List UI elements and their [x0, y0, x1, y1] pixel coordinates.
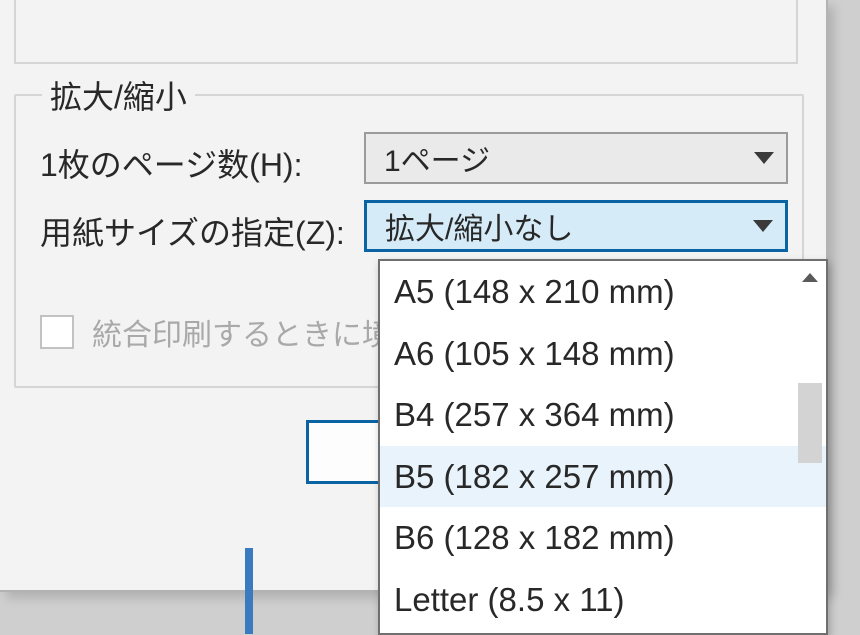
paper-size-label: 用紙サイズの指定(Z):: [40, 208, 345, 254]
pages-combo-value: 1ページ: [384, 136, 490, 180]
paper-size-dropdown: A5 (148 x 210 mm)A6 (105 x 148 mm)B4 (25…: [378, 259, 828, 635]
chevron-down-icon: [753, 220, 773, 232]
pages-per-sheet-label: 1枚のページ数(H):: [40, 140, 302, 186]
decorative-fragment: [245, 548, 253, 634]
paper-size-option[interactable]: B4 (257 x 364 mm): [380, 384, 826, 446]
dropdown-scrollbar[interactable]: [796, 263, 824, 631]
chevron-down-icon: [754, 152, 774, 164]
paper-size-option[interactable]: Letter (8.5 x 11): [380, 569, 826, 631]
pages-per-sheet-combo[interactable]: 1ページ: [364, 132, 788, 184]
scroll-thumb[interactable]: [798, 383, 822, 463]
chevron-up-icon: [802, 273, 818, 282]
paper-size-option[interactable]: A6 (105 x 148 mm): [380, 323, 826, 385]
size-combo-value: 拡大/縮小なし: [385, 204, 573, 248]
paper-size-combo[interactable]: 拡大/縮小なし: [364, 200, 788, 252]
upper-panel: [14, 0, 798, 64]
scale-group-title: 拡大/縮小: [42, 72, 195, 118]
merge-print-label: 統合印刷するときに境: [92, 310, 392, 354]
scroll-up-button[interactable]: [796, 263, 824, 291]
paper-size-option[interactable]: Legal (8.5 x 14): [380, 630, 826, 633]
checkbox-box: [40, 315, 74, 349]
merge-print-checkbox: 統合印刷するときに境: [40, 310, 392, 354]
paper-size-option[interactable]: A5 (148 x 210 mm): [380, 261, 826, 323]
paper-size-option[interactable]: B5 (182 x 257 mm): [380, 446, 826, 508]
paper-size-option[interactable]: B6 (128 x 182 mm): [380, 507, 826, 569]
